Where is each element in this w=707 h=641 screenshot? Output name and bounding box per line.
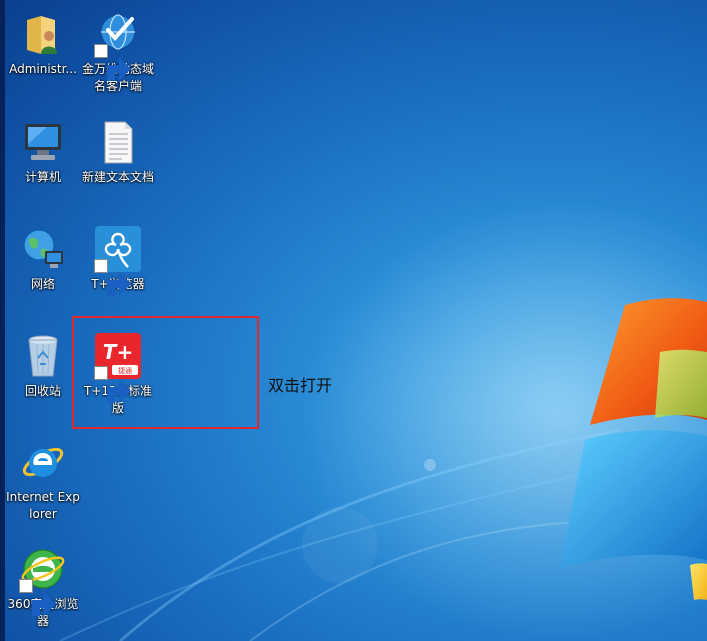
annotation-text: 双击打开 [268, 376, 333, 395]
icon-label: Administr... [9, 62, 77, 76]
desktop-icon-computer[interactable]: 计算机 [5, 118, 81, 186]
desktop-icon-tplus-browser[interactable]: T+浏览器 [80, 225, 156, 296]
highlight-box [72, 316, 259, 429]
recycle-bin-icon [19, 332, 67, 380]
tplus-browser-icon [94, 225, 142, 296]
desktop-icon-recycle-bin[interactable]: 回收站 [5, 332, 81, 400]
icon-label: 新建文本文档 [81, 170, 154, 184]
computer-icon [19, 118, 67, 166]
desktop-icon-administrator[interactable]: Administr... [5, 10, 81, 78]
desktop[interactable]: Administr... 金万维动态域名客户端 [0, 0, 707, 641]
desktop-icon-360-browser[interactable]: 360安全浏览器 [5, 545, 81, 630]
shortcut-arrow-icon [94, 44, 131, 81]
desktop-icon-network[interactable]: 网络 [5, 225, 81, 293]
user-folder-icon [19, 10, 67, 58]
network-icon [19, 225, 67, 273]
text-document-icon [94, 118, 142, 166]
internet-explorer-icon [19, 438, 67, 486]
desktop-icon-new-text-document[interactable]: 新建文本文档 [80, 118, 156, 186]
icon-label: 计算机 [24, 170, 61, 184]
icon-label: 回收站 [24, 384, 61, 398]
desktop-icon-internet-explorer[interactable]: Internet Explorer [5, 438, 81, 523]
shortcut-arrow-icon [19, 579, 56, 616]
360-browser-icon [19, 545, 67, 616]
icon-label: 网络 [30, 277, 55, 291]
shortcut-arrow-icon [94, 259, 131, 296]
dynamic-dns-client-icon [94, 10, 142, 81]
icon-label: Internet Explorer [6, 490, 80, 521]
desktop-icon-dynamic-dns-client[interactable]: 金万维动态域名客户端 [80, 10, 156, 95]
